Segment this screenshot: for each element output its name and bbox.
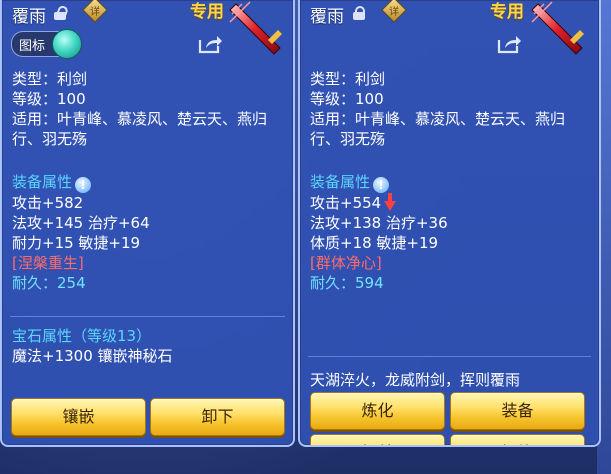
compare-item-tooltip: 覆雨 详 专用 类型：利剑 等级：100 适用：叶青峰、慕凌风、楚云天、燕归行、… — [298, 0, 601, 447]
gem-title: 宝石属性（等级13） — [12, 327, 152, 345]
special-effect: [群体净心] — [310, 254, 382, 272]
gem-attributes: 宝石属性（等级13） 魔法+1300 镶嵌神秘石 — [12, 326, 282, 366]
attr-title: 装备属性 — [310, 173, 371, 191]
item-description: 天湖淬火，龙威附剑，挥则覆雨 — [310, 371, 521, 389]
locked-lock-icon[interactable] — [353, 6, 365, 20]
divider — [308, 356, 591, 357]
extract-button[interactable]: 提炼 — [450, 434, 585, 445]
exclusive-label: 专用 — [190, 2, 224, 22]
special-effect: [涅槃重生] — [12, 254, 84, 272]
refine-button[interactable]: 炼化 — [310, 392, 445, 430]
remove-button[interactable]: 卸下 — [150, 398, 285, 436]
help-icon[interactable]: ! — [75, 177, 92, 193]
sword-icon — [229, 1, 282, 55]
share-icon[interactable] — [197, 34, 223, 54]
detail-badge-icon[interactable]: 详 — [381, 0, 407, 23]
toggle-knob — [52, 29, 82, 59]
item-attributes: 装备属性! 攻击+554 法攻+138 治疗+36 体质+18 敏捷+19 [群… — [310, 172, 588, 293]
help-icon[interactable]: ! — [373, 177, 390, 193]
durability: 耐久：594 — [310, 274, 384, 292]
item-name: 覆雨 — [310, 7, 344, 27]
sword-icon — [531, 1, 584, 55]
exclusive-label: 专用 — [490, 2, 524, 22]
decrease-arrow-icon — [384, 193, 397, 211]
detail-badge-icon[interactable]: 详 — [82, 0, 108, 23]
item-basic-info: 类型：利剑 等级：100 适用：叶青峰、慕凌风、楚云天、燕归行、羽无殇 — [12, 70, 268, 148]
attr-title: 装备属性 — [12, 173, 73, 191]
durability: 耐久：254 — [12, 274, 86, 292]
share-icon[interactable] — [496, 34, 522, 54]
unlocked-lock-icon[interactable] — [54, 4, 70, 20]
divider — [10, 316, 285, 317]
item-name: 覆雨 — [12, 7, 46, 27]
item-basic-info: 类型：利剑 等级：100 适用：叶青峰、慕凌风、楚云天、燕归行、羽无殇 — [310, 70, 566, 148]
donate-button[interactable]: 捐献 — [310, 434, 445, 445]
icon-toggle[interactable]: 图标 — [11, 29, 82, 59]
inlay-button[interactable]: 镶嵌 — [11, 398, 146, 436]
equip-button[interactable]: 装备 — [450, 392, 585, 430]
equipped-item-tooltip: 覆雨 详 专用 图标 类型：利剑 等级：100 适用：叶青峰、慕凌风、楚云天、燕… — [0, 0, 295, 447]
item-attributes: 装备属性! 攻击+582 法攻+145 治疗+64 耐力+15 敏捷+19 [涅… — [12, 172, 282, 293]
